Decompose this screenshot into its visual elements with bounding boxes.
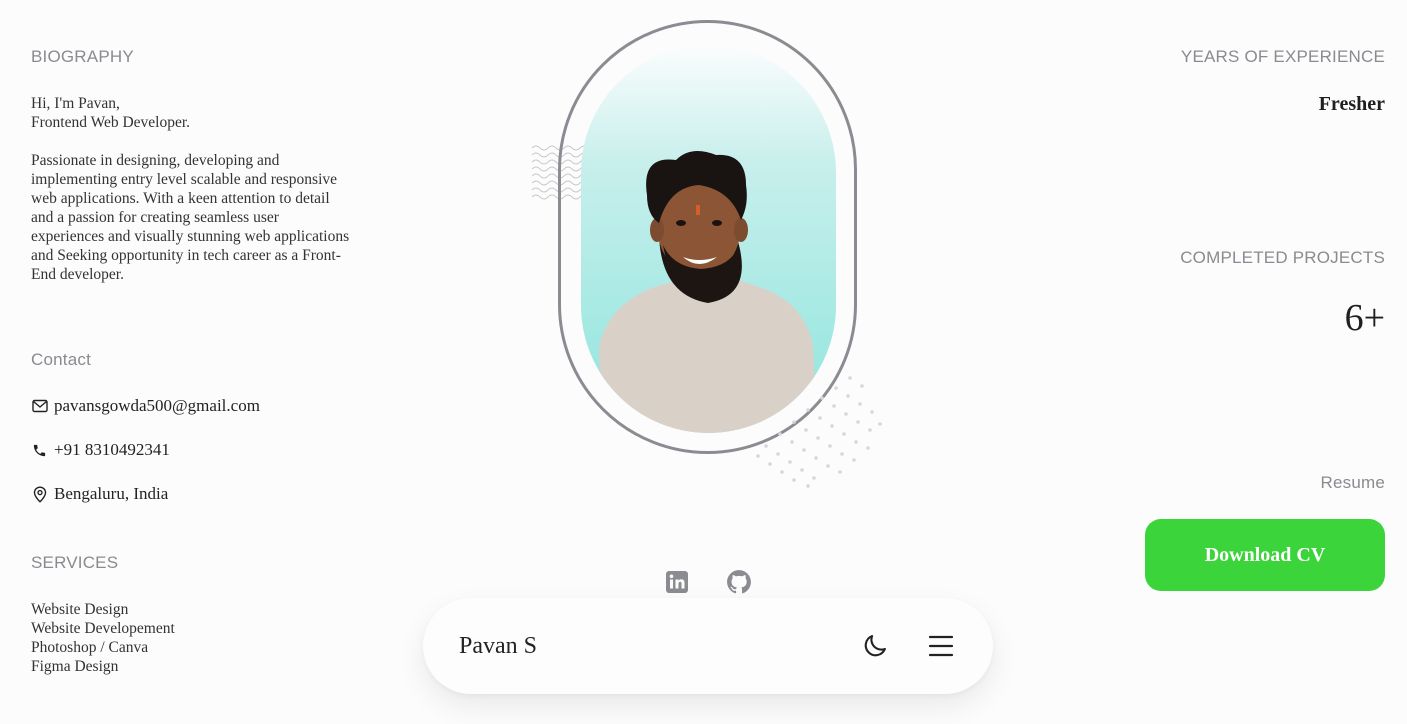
projects-value: 6+ (1344, 297, 1385, 339)
biography-intro-line2: Frontend Web Developer. (31, 114, 191, 131)
biography-intro-line1: Hi, I'm Pavan, (31, 95, 120, 112)
contact-location-text: Bengaluru, India (54, 484, 169, 503)
experience-title: YEARS OF EXPERIENCE (1180, 47, 1385, 66)
linkedin-icon[interactable] (664, 569, 690, 595)
biography-intro: Hi, I'm Pavan, Frontend Web Developer. (31, 94, 361, 132)
biography-title: BIOGRAPHY (31, 47, 134, 66)
projects-title: COMPLETED PROJECTS (1180, 248, 1385, 267)
service-item: Website Developement (31, 620, 175, 637)
contact-phone-text[interactable]: +91 8310492341 (54, 440, 170, 460)
moon-icon[interactable] (859, 630, 891, 662)
contact-phone[interactable]: +91 8310492341 (31, 440, 170, 460)
biography-body: Passionate in designing, developing and … (31, 152, 350, 283)
download-cv-button[interactable]: Download CV (1145, 519, 1385, 591)
service-item: Photoshop / Canva (31, 639, 149, 656)
contact-email-text[interactable]: pavansgowda500@gmail.com (54, 396, 260, 416)
services-title: SERVICES (31, 553, 119, 572)
dot-pattern-decoration (756, 376, 882, 488)
bottom-navbar: Pavan S (423, 598, 993, 694)
social-links (664, 569, 752, 595)
mail-icon (31, 398, 48, 415)
brand-name[interactable]: Pavan S (459, 633, 859, 660)
experience-value: Fresher (1318, 93, 1385, 115)
phone-icon (31, 442, 48, 459)
location-pin-icon (31, 485, 48, 503)
contact-title: Contact (31, 350, 91, 369)
github-icon[interactable] (726, 569, 752, 595)
menu-icon[interactable] (925, 630, 957, 662)
service-item: Figma Design (31, 658, 119, 675)
contact-location: Bengaluru, India (31, 484, 168, 504)
contact-email[interactable]: pavansgowda500@gmail.com (31, 396, 260, 416)
services-list: Website Design Website Developement Phot… (31, 600, 175, 676)
service-item: Website Design (31, 601, 129, 618)
resume-title: Resume (1320, 473, 1385, 492)
